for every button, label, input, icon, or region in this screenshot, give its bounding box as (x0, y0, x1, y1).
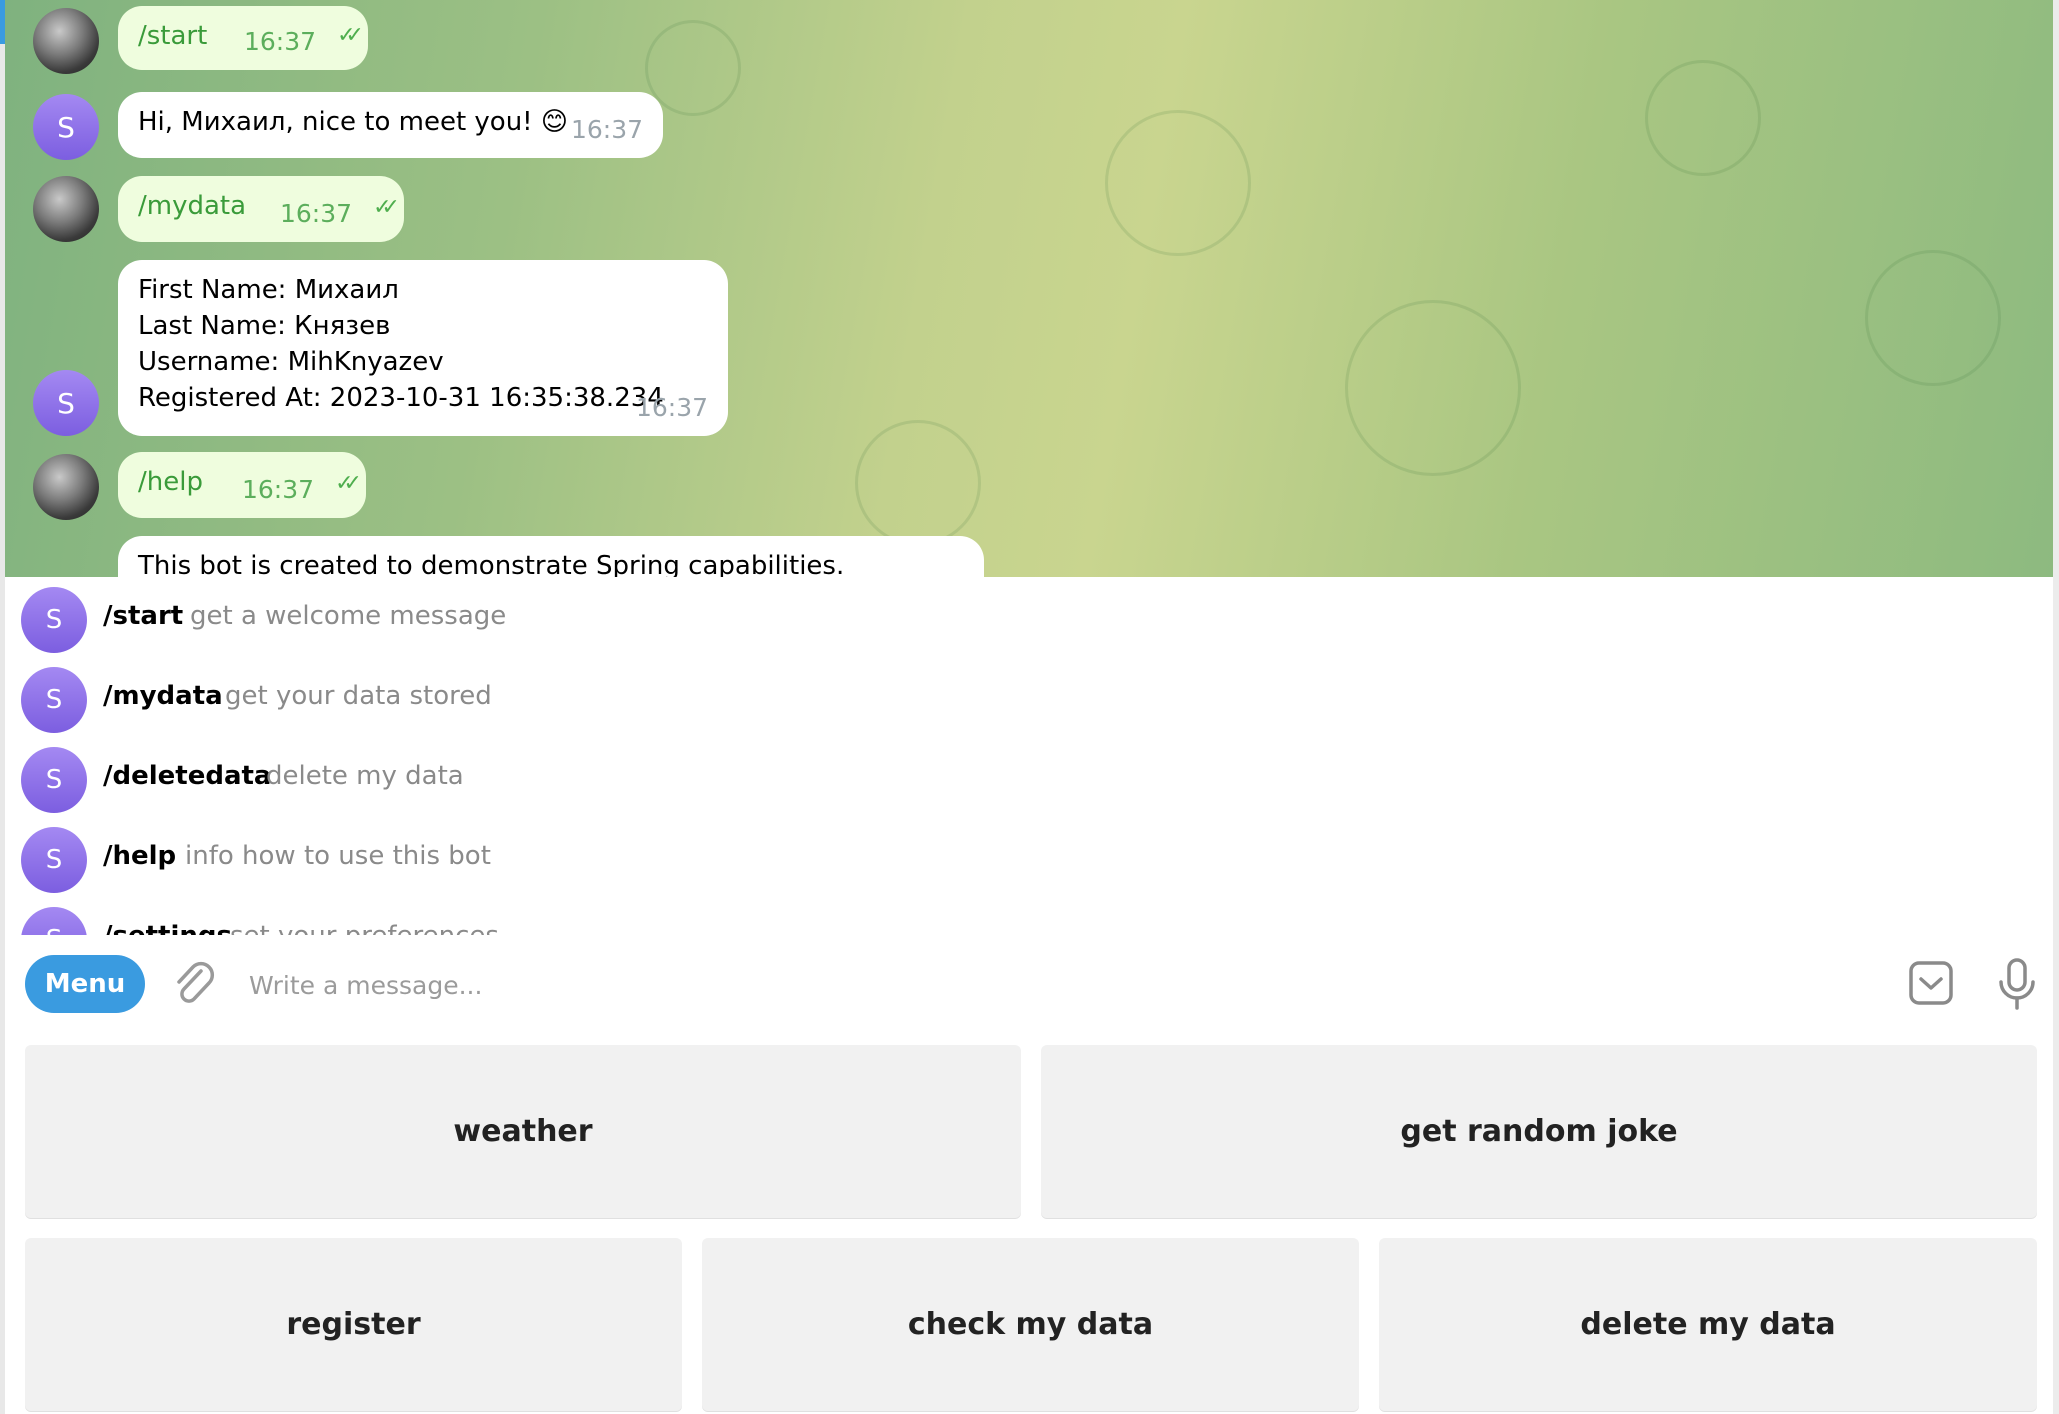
bot-avatar: S (21, 667, 87, 733)
bot-avatar-initial: S (45, 605, 63, 635)
message-time: 16:37 (243, 27, 316, 56)
reply-keyboard: weather get random joke register check m… (5, 1035, 2053, 1414)
chat-history[interactable]: /start 16:37 ✓✓ S Hi, Михаил, nice to me… (5, 0, 2053, 577)
command-suggestions[interactable]: S /start get a welcome message S /mydata… (5, 577, 2053, 936)
bot-avatar-initial: S (45, 685, 63, 715)
user-avatar[interactable] (33, 454, 99, 520)
bot-avatar-initial: S (57, 110, 75, 144)
command-name: /start (103, 601, 184, 631)
background-doodle (1865, 250, 2001, 386)
message-composer: Menu (5, 935, 2053, 1035)
bot-avatar-initial: S (45, 845, 63, 875)
bot-avatar: S (21, 587, 87, 653)
bot-avatar[interactable]: S (33, 94, 99, 160)
keyboard-button-check-data[interactable]: check my data (702, 1238, 1359, 1411)
keyboard-button-register[interactable]: register (25, 1238, 682, 1411)
double-check-icon: ✓✓ (335, 471, 362, 496)
user-avatar[interactable] (33, 8, 99, 74)
command-description: get your data stored (225, 681, 492, 711)
command-item-help[interactable]: S /help info how to use this bot (5, 819, 2053, 899)
attach-icon[interactable] (171, 959, 217, 1009)
message-text: /help (138, 467, 203, 497)
background-doodle (1645, 60, 1761, 176)
message-input[interactable] (247, 961, 1851, 1009)
command-name: /help (103, 841, 177, 871)
command-description: set your preferences (230, 921, 499, 936)
bot-avatar: S (21, 747, 87, 813)
message-time: 16:37 (635, 393, 708, 422)
background-doodle (645, 20, 741, 116)
double-check-icon: ✓✓ (373, 195, 400, 220)
message-text: /start (138, 21, 208, 51)
message-text: Hi, Михаил, nice to meet you! 😊 (138, 107, 568, 137)
command-description: delete my data (266, 761, 464, 791)
command-name: /deletedata (103, 761, 272, 791)
incoming-message[interactable]: Hi, Михаил, nice to meet you! 😊 16:37 (118, 92, 663, 158)
command-item-settings[interactable]: S /settings set your preferences (5, 899, 2053, 936)
background-doodle (1345, 300, 1521, 476)
bot-avatar-initial: S (57, 386, 75, 420)
command-item-deletedata[interactable]: S /deletedata delete my data (5, 739, 2053, 819)
outgoing-message[interactable]: /start 16:37 ✓✓ (118, 6, 368, 70)
command-name: /mydata (103, 681, 223, 711)
message-text: This bot is created to demonstrate Sprin… (138, 551, 845, 577)
message-time: 16:37 (241, 475, 314, 504)
incoming-message[interactable]: This bot is created to demonstrate Sprin… (118, 536, 984, 577)
message-text: /mydata (138, 191, 247, 221)
right-panel-edge (2053, 0, 2059, 1414)
incoming-message[interactable]: First Name: Михаил Last Name: Князев Use… (118, 260, 728, 436)
command-name: /settings (103, 921, 232, 936)
message-time: 16:37 (570, 115, 643, 144)
command-description: info how to use this bot (185, 841, 491, 871)
message-time: 16:37 (279, 199, 352, 228)
message-line: Username: MihKnyazev (138, 347, 444, 377)
bot-avatar: S (21, 827, 87, 893)
keyboard-button-delete-data[interactable]: delete my data (1379, 1238, 2037, 1411)
outgoing-message[interactable]: /mydata 16:37 ✓✓ (118, 176, 404, 242)
user-avatar[interactable] (33, 176, 99, 242)
menu-button[interactable]: Menu (25, 955, 145, 1013)
message-line: First Name: Михаил (138, 275, 399, 305)
background-doodle (855, 420, 981, 546)
keyboard-button-weather[interactable]: weather (25, 1045, 1021, 1218)
microphone-icon[interactable] (1997, 957, 2037, 1011)
command-description: get a welcome message (190, 601, 507, 631)
command-item-mydata[interactable]: S /mydata get your data stored (5, 659, 2053, 739)
message-line: Last Name: Князев (138, 311, 391, 341)
bot-avatar-initial: S (45, 765, 63, 795)
command-item-start[interactable]: S /start get a welcome message (5, 579, 2053, 659)
background-doodle (1105, 110, 1251, 256)
double-check-icon: ✓✓ (337, 23, 364, 48)
keyboard-toggle-icon[interactable] (1908, 960, 1954, 1006)
keyboard-button-random-joke[interactable]: get random joke (1041, 1045, 2037, 1218)
message-line: Registered At: 2023-10-31 16:35:38.234 (138, 383, 664, 413)
bot-avatar: S (21, 907, 87, 935)
outgoing-message[interactable]: /help 16:37 ✓✓ (118, 452, 366, 518)
bot-avatar[interactable]: S (33, 370, 99, 436)
